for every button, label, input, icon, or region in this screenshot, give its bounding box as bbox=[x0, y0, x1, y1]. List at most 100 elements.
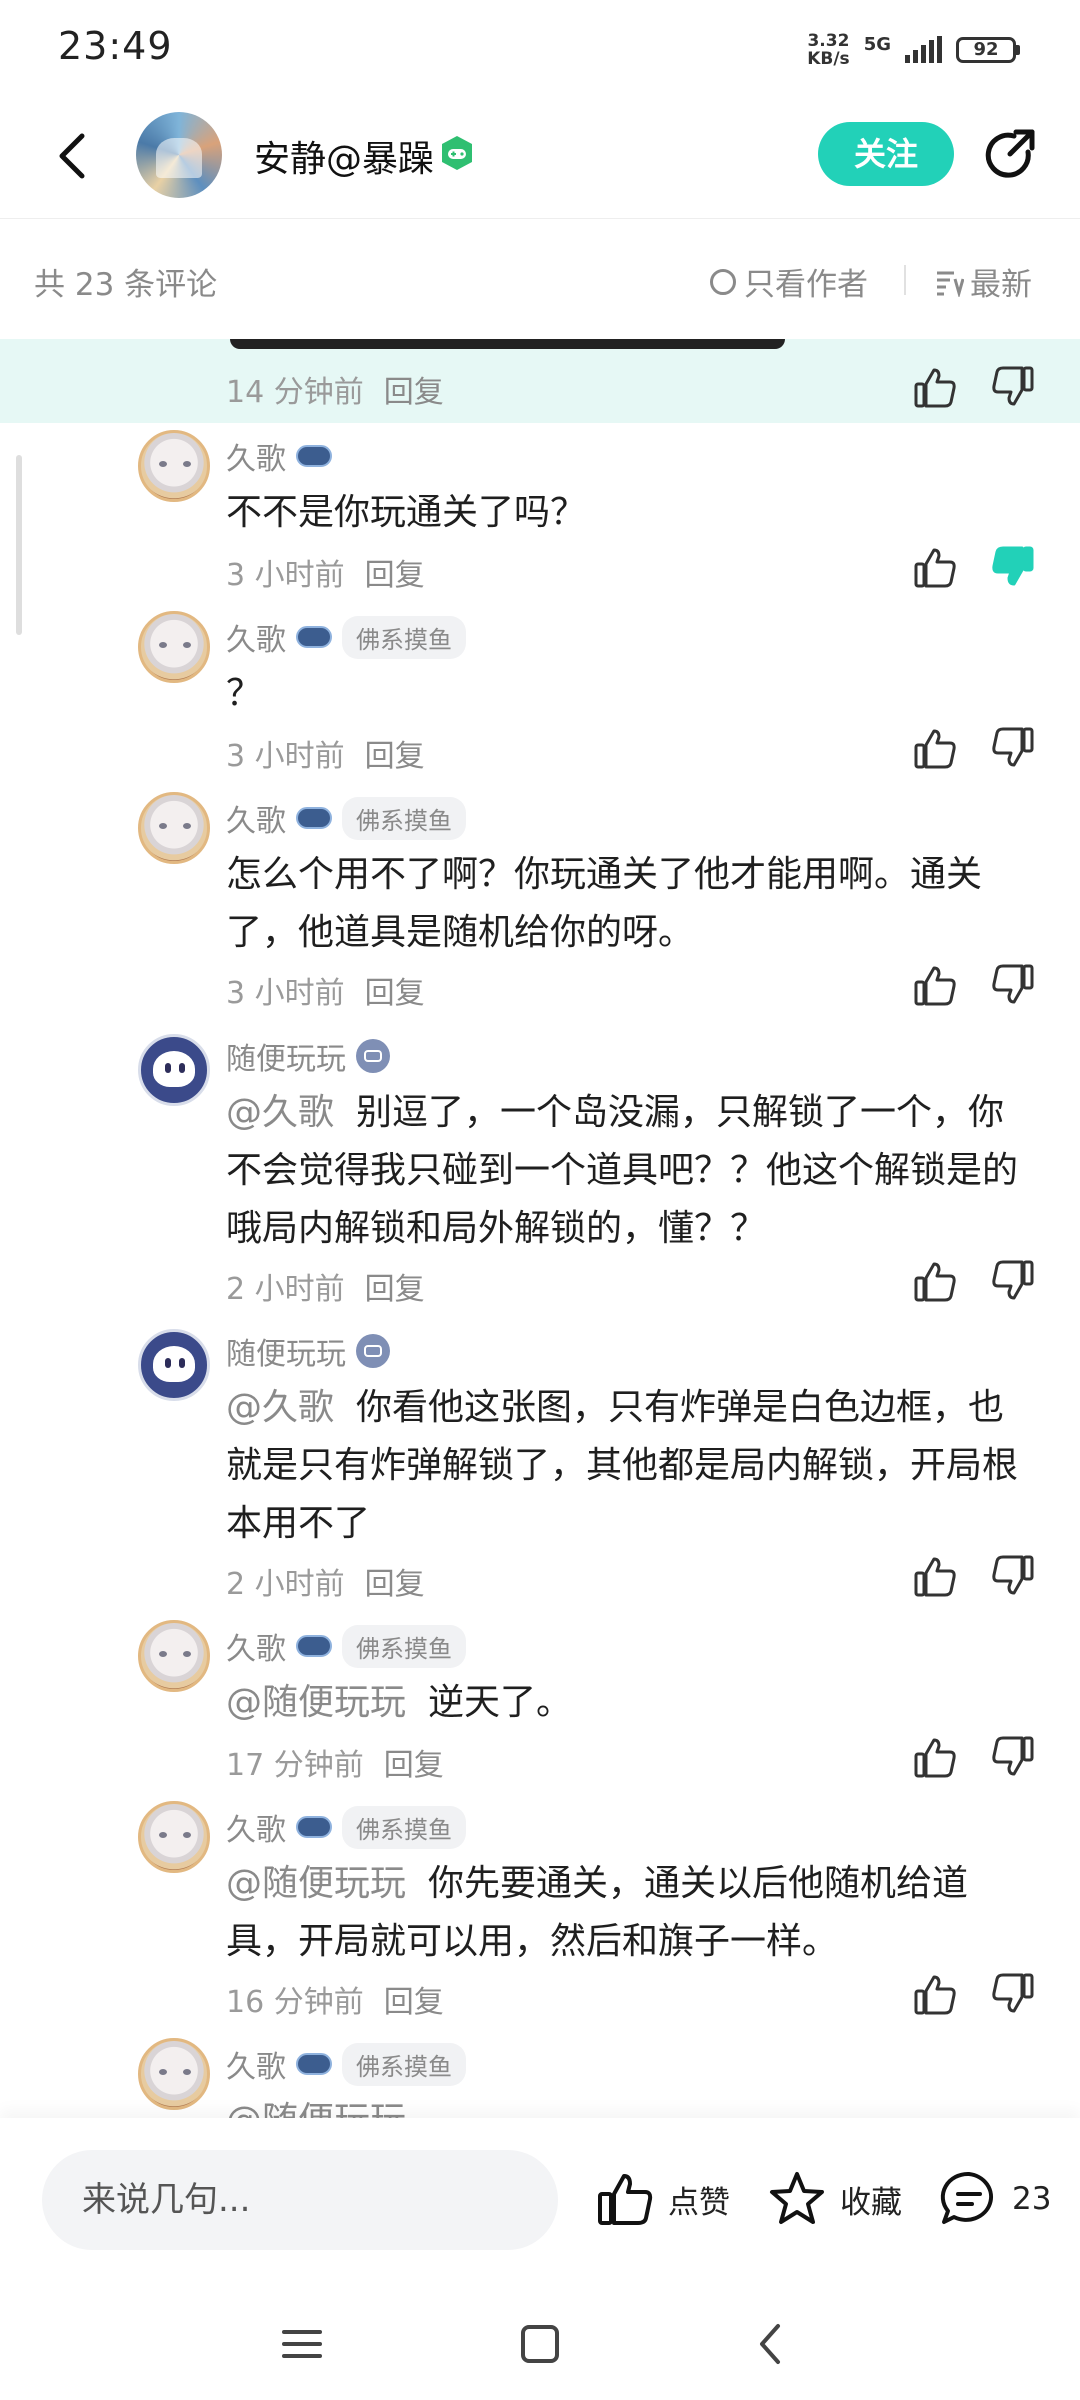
mention-link[interactable]: @随便玩玩 bbox=[226, 1863, 406, 1904]
reply-text: @久歌 别逗了，一个岛没漏，只解锁了一个，你不会觉得我只碰到一个道具吧？？他这个解… bbox=[226, 1084, 1026, 1258]
sort-label: 最新 bbox=[970, 267, 1032, 303]
reply-button[interactable]: 回复 bbox=[384, 1977, 444, 2021]
comment-input[interactable]: 来说几句... bbox=[42, 2150, 558, 2250]
author-only-label: 只看作者 bbox=[744, 267, 868, 303]
mention-link[interactable]: @随便玩玩 bbox=[226, 1682, 406, 1723]
back-arrow-icon[interactable] bbox=[44, 126, 104, 186]
thumbs-down-icon[interactable] bbox=[990, 962, 1036, 1008]
comment-time: 3 小时前 bbox=[226, 976, 345, 1011]
level-badge-icon bbox=[296, 626, 332, 648]
thumbs-up-icon[interactable] bbox=[912, 364, 958, 410]
reply-text: 不不是你玩通关了吗？ bbox=[226, 484, 1026, 542]
comments-button[interactable]: 23 bbox=[938, 2168, 1051, 2230]
author-name[interactable]: 安静@暴躁 bbox=[254, 130, 434, 182]
gamepad-badge-icon bbox=[356, 1334, 390, 1368]
game-controller-badge-icon bbox=[442, 136, 472, 170]
thumbs-up-icon[interactable] bbox=[912, 1553, 958, 1599]
thumbs-down-icon[interactable] bbox=[990, 1258, 1036, 1304]
reply-meta: 2 小时前 回复 bbox=[226, 1559, 425, 1603]
reply-meta: 3 小时前 回复 bbox=[226, 550, 425, 594]
comment-count: 共 23 条评论 bbox=[34, 267, 218, 303]
reply-button[interactable]: 回复 bbox=[365, 1264, 425, 1308]
comment-time: 2 小时前 bbox=[226, 1272, 345, 1307]
thumbs-up-icon[interactable] bbox=[912, 962, 958, 1008]
sort-lines-icon bbox=[937, 271, 964, 297]
level-badge-icon bbox=[296, 2053, 332, 2075]
thumbs-up-icon[interactable] bbox=[912, 1971, 958, 2017]
reply-button[interactable]: 回复 bbox=[365, 968, 425, 1012]
thumbs-down-icon[interactable] bbox=[990, 1971, 1036, 2017]
share-icon[interactable] bbox=[980, 124, 1042, 186]
comment-filter-bar: 共 23 条评论 只看作者 最新 bbox=[0, 219, 1080, 339]
comment-count-badge: 23 bbox=[1012, 2181, 1052, 2217]
username[interactable]: 随便玩玩 bbox=[226, 1329, 346, 1373]
thumbs-down-icon[interactable] bbox=[990, 1553, 1036, 1599]
follow-button[interactable]: 关注 bbox=[818, 122, 954, 186]
reply-text: @久歌 你看他这张图，只有炸弹是白色边框，也就是只有炸弹解锁了，其他都是局内解锁，… bbox=[226, 1379, 1026, 1553]
star-icon bbox=[770, 2172, 824, 2224]
mention-link[interactable]: @久歌 bbox=[226, 1387, 334, 1428]
thumbs-down-icon[interactable] bbox=[990, 725, 1036, 771]
user-avatar[interactable] bbox=[138, 2038, 210, 2110]
reply-button[interactable]: 回复 bbox=[384, 1740, 444, 1784]
user-avatar[interactable] bbox=[138, 430, 210, 502]
user-avatar[interactable] bbox=[138, 792, 210, 864]
thumbs-down-icon[interactable] bbox=[990, 364, 1036, 410]
mention-link[interactable]: @久歌 bbox=[226, 1092, 334, 1133]
user-avatar[interactable] bbox=[138, 1329, 210, 1401]
reply-text: @随便玩玩 你先要通关，通关以后他随机给道具，开局就可以用，然后和旗子一样。 bbox=[226, 1855, 1026, 1971]
thumbs-down-icon[interactable] bbox=[990, 1734, 1036, 1780]
user-row: 久歌 bbox=[226, 434, 332, 478]
username[interactable]: 随便玩玩 bbox=[226, 1034, 346, 1078]
username[interactable]: 久歌 bbox=[226, 1624, 286, 1668]
comment-time: 2 小时前 bbox=[226, 1567, 345, 1602]
reply-meta: 17 分钟前 回复 bbox=[226, 1740, 444, 1784]
reply-button[interactable]: 回复 bbox=[365, 550, 425, 594]
username[interactable]: 久歌 bbox=[226, 2042, 286, 2086]
thumbs-up-icon[interactable] bbox=[912, 1734, 958, 1780]
bottom-action-bar: 来说几句... 点赞 收藏 23 bbox=[0, 2118, 1080, 2288]
favorite-button[interactable]: 收藏 bbox=[766, 2168, 902, 2230]
sort-toggle[interactable]: 最新 bbox=[934, 259, 1032, 304]
thumbs-up-icon[interactable] bbox=[912, 1258, 958, 1304]
reply-meta: 3 小时前 回复 bbox=[226, 731, 425, 775]
home-icon[interactable] bbox=[512, 2316, 568, 2372]
reply-meta: 16 分钟前 回复 bbox=[226, 1977, 444, 2021]
thumbs-up-icon[interactable] bbox=[912, 544, 958, 590]
battery-level: 92 bbox=[956, 37, 1016, 63]
comment-time: 3 小时前 bbox=[226, 558, 345, 593]
user-row: 久歌 佛系摸鱼 bbox=[226, 1805, 466, 1849]
reply-content: 不不是你玩通关了吗？ bbox=[226, 492, 587, 533]
level-badge-icon bbox=[296, 1816, 332, 1838]
reply-button[interactable]: 回复 bbox=[365, 731, 425, 775]
author-avatar[interactable] bbox=[136, 112, 222, 198]
net-speed-value: 3.32 bbox=[807, 31, 850, 51]
network-type: 5G bbox=[863, 33, 891, 55]
reply-button[interactable]: 回复 bbox=[384, 367, 444, 411]
username[interactable]: 久歌 bbox=[226, 796, 286, 840]
author-only-toggle[interactable]: 只看作者 bbox=[710, 259, 868, 304]
username[interactable]: 久歌 bbox=[226, 1805, 286, 1849]
like-post-button[interactable]: 点赞 bbox=[594, 2168, 730, 2230]
menu-icon[interactable] bbox=[274, 2316, 330, 2372]
reply-button[interactable]: 回复 bbox=[365, 1559, 425, 1603]
user-avatar[interactable] bbox=[138, 611, 210, 683]
username[interactable]: 久歌 bbox=[226, 434, 286, 478]
user-row: 久歌 佛系摸鱼 bbox=[226, 796, 466, 840]
level-badge-icon bbox=[296, 1635, 332, 1657]
reply-meta: 3 小时前 回复 bbox=[226, 968, 425, 1012]
back-icon[interactable] bbox=[744, 2316, 800, 2372]
thumbs-up-icon[interactable] bbox=[912, 725, 958, 771]
scroll-indicator[interactable] bbox=[16, 455, 22, 635]
user-avatar[interactable] bbox=[138, 1620, 210, 1692]
level-badge-icon bbox=[296, 807, 332, 829]
user-avatar[interactable] bbox=[138, 1034, 210, 1106]
thumbs-down-active-icon[interactable] bbox=[990, 544, 1036, 590]
username[interactable]: 久歌 bbox=[226, 615, 286, 659]
reply-content: 你看他这张图，只有炸弹是白色边框，也就是只有炸弹解锁了，其他都是局内解锁，开局根… bbox=[226, 1387, 1019, 1544]
reply-text: 怎么个用不了啊？你玩通关了他才能用啊。通关了，他道具是随机给你的呀。 bbox=[226, 846, 1026, 962]
comment-time: 14 分钟前 bbox=[226, 375, 364, 410]
user-avatar[interactable] bbox=[138, 1801, 210, 1873]
battery-icon: 92 bbox=[956, 37, 1020, 63]
user-tag: 佛系摸鱼 bbox=[342, 796, 466, 840]
